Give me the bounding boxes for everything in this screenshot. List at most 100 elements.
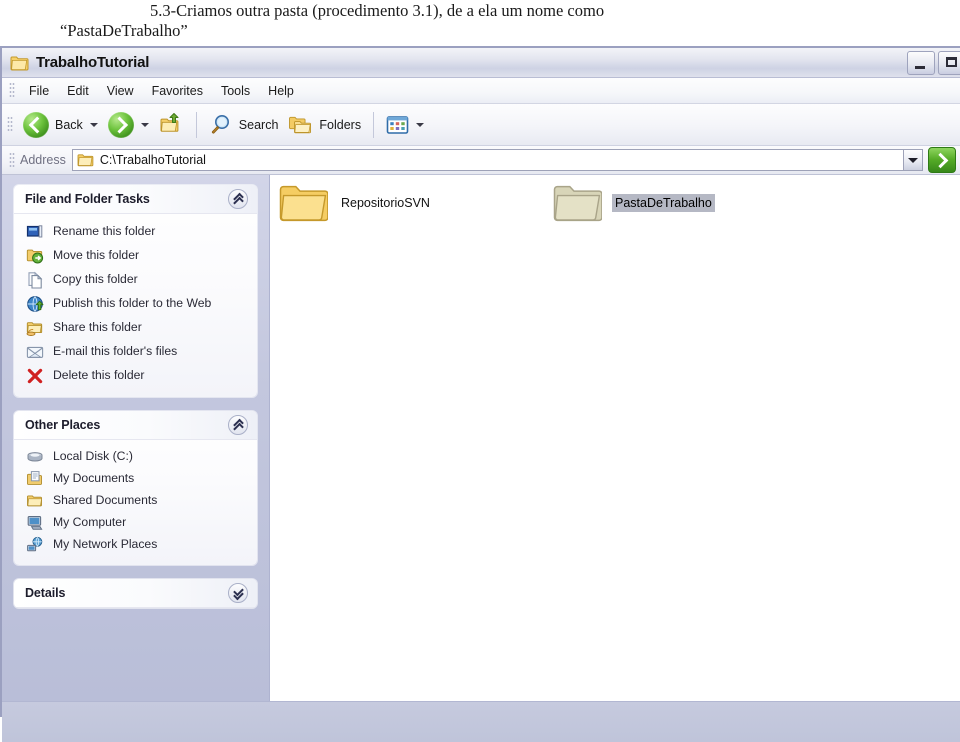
other-places-title: Other Places xyxy=(25,418,101,432)
place-my-computer[interactable]: My Computer xyxy=(14,512,257,534)
place-label: Shared Documents xyxy=(53,493,158,507)
task-move-this-folder[interactable]: Move this folder xyxy=(14,244,257,268)
task-copy-this-folder[interactable]: Copy this folder xyxy=(14,268,257,292)
address-dropdown-button[interactable] xyxy=(903,149,923,171)
magnifier-icon xyxy=(209,113,233,136)
details-header[interactable]: Details xyxy=(14,579,257,608)
window-title: TrabalhoTutorial xyxy=(36,54,150,71)
place-my-documents[interactable]: My Documents xyxy=(14,468,257,490)
maximize-button[interactable] xyxy=(938,51,960,75)
folders-button[interactable]: Folders xyxy=(283,109,366,141)
move-folder-icon xyxy=(26,247,44,265)
chevron-up-double-icon xyxy=(232,418,244,433)
other-places-panel: Other Places Local Disk (C:) My Document… xyxy=(14,411,257,565)
status-bar xyxy=(2,701,960,742)
file-and-folder-tasks-collapse-button[interactable] xyxy=(228,189,248,209)
file-and-folder-tasks-list: Rename this folder Move this folder Copy… xyxy=(14,214,257,397)
file-and-folder-tasks-title: File and Folder Tasks xyxy=(25,192,150,206)
back-history-chevron-down-icon[interactable] xyxy=(89,122,98,127)
details-expand-button[interactable] xyxy=(228,583,248,603)
other-places-collapse-button[interactable] xyxy=(228,415,248,435)
list-item[interactable]: RepositorioSVN xyxy=(278,181,433,225)
window-titlebar: TrabalhoTutorial xyxy=(2,48,960,78)
go-arrow-icon xyxy=(932,152,949,168)
menu-item-view[interactable]: View xyxy=(98,81,143,101)
search-button-label: Search xyxy=(238,117,279,132)
place-label: My Network Places xyxy=(53,537,158,551)
email-icon xyxy=(26,343,44,361)
forward-history-chevron-down-icon[interactable] xyxy=(140,122,149,127)
task-pane: File and Folder Tasks Rename this folder… xyxy=(2,175,270,701)
task-delete-this-folder[interactable]: Delete this folder xyxy=(14,364,257,388)
views-button[interactable] xyxy=(381,109,429,141)
copy-icon xyxy=(26,271,44,289)
task-share-this-folder[interactable]: Share this folder xyxy=(14,316,257,340)
up-button[interactable] xyxy=(154,109,189,141)
menu-grip-handle[interactable] xyxy=(9,82,15,99)
place-local-disk-c[interactable]: Local Disk (C:) xyxy=(14,446,257,468)
toolbar-grip-handle[interactable] xyxy=(7,116,13,133)
folder-icon xyxy=(278,181,328,225)
address-grip-handle[interactable] xyxy=(9,151,15,169)
list-item-label: RepositorioSVN xyxy=(341,196,430,210)
menu-item-favorites[interactable]: Favorites xyxy=(143,81,212,101)
menu-item-edit[interactable]: Edit xyxy=(58,81,98,101)
file-and-folder-tasks-header[interactable]: File and Folder Tasks xyxy=(14,185,257,214)
minimize-button[interactable] xyxy=(907,51,935,75)
details-title: Details xyxy=(25,586,66,600)
other-places-list: Local Disk (C:) My Documents Shared Docu… xyxy=(14,440,257,565)
forward-button[interactable] xyxy=(103,109,154,141)
chevron-down-icon xyxy=(908,157,918,163)
explorer-window: TrabalhoTutorial File Edit View Favorite… xyxy=(0,46,960,742)
list-item-label: PastaDeTrabalho xyxy=(612,194,715,212)
delete-x-icon xyxy=(26,367,44,385)
task-label: Delete this folder xyxy=(53,368,145,382)
network-places-icon xyxy=(26,536,44,554)
menu-item-file[interactable]: File xyxy=(20,81,58,101)
list-item[interactable]: PastaDeTrabalho xyxy=(552,181,715,225)
task-label: Move this folder xyxy=(53,248,140,262)
chevron-up-double-icon xyxy=(232,192,244,207)
file-list-view[interactable]: RepositorioSVN PastaDeTrabalho xyxy=(270,175,960,701)
task-publish-this-folder-to-the-web[interactable]: Publish this folder to the Web xyxy=(14,292,257,316)
folders-button-label: Folders xyxy=(319,117,362,132)
menu-item-help[interactable]: Help xyxy=(259,81,303,101)
task-label: Share this folder xyxy=(53,320,142,334)
menu-item-tools[interactable]: Tools xyxy=(212,81,259,101)
shared-documents-icon xyxy=(26,492,44,510)
chevron-down-double-icon xyxy=(232,585,244,600)
my-documents-icon xyxy=(26,470,44,488)
place-label: Local Disk (C:) xyxy=(53,449,133,463)
task-label: Publish this folder to the Web xyxy=(53,296,212,310)
folder-icon xyxy=(77,153,94,167)
caption-line-1: 5.3-Criamos outra pasta (procedimento 3.… xyxy=(150,1,605,20)
other-places-header[interactable]: Other Places xyxy=(14,411,257,440)
toolbar-separator-1 xyxy=(195,111,197,138)
rename-icon xyxy=(26,223,44,241)
task-label: Copy this folder xyxy=(53,272,138,286)
address-bar: Address C:\TrabalhoTutorial xyxy=(2,146,960,175)
details-panel: Details xyxy=(14,579,257,608)
folder-icon xyxy=(10,55,29,71)
search-button[interactable]: Search xyxy=(204,109,284,141)
place-my-network-places[interactable]: My Network Places xyxy=(14,534,257,556)
place-label: My Computer xyxy=(53,515,127,529)
file-and-folder-tasks-panel: File and Folder Tasks Rename this folder… xyxy=(14,185,257,397)
publish-web-icon xyxy=(26,295,44,313)
task-email-this-folders-files[interactable]: E-mail this folder's files xyxy=(14,340,257,364)
tutorial-caption: 5.3-Criamos outra pasta (procedimento 3.… xyxy=(0,0,960,46)
go-button[interactable] xyxy=(928,147,956,173)
forward-arrow-icon xyxy=(107,111,134,138)
address-value: C:\TrabalhoTutorial xyxy=(99,153,206,167)
task-label: E-mail this folder's files xyxy=(53,344,178,358)
up-folder-icon xyxy=(159,113,184,136)
explorer-client-area: File and Folder Tasks Rename this folder… xyxy=(2,175,960,701)
views-icon xyxy=(386,115,409,135)
address-input[interactable]: C:\TrabalhoTutorial xyxy=(71,149,903,171)
task-rename-this-folder[interactable]: Rename this folder xyxy=(14,220,257,244)
place-shared-documents[interactable]: Shared Documents xyxy=(14,490,257,512)
back-button[interactable]: Back xyxy=(18,109,103,141)
views-chevron-down-icon[interactable] xyxy=(416,122,425,127)
maximize-icon xyxy=(946,57,957,67)
share-folder-icon xyxy=(26,319,44,337)
